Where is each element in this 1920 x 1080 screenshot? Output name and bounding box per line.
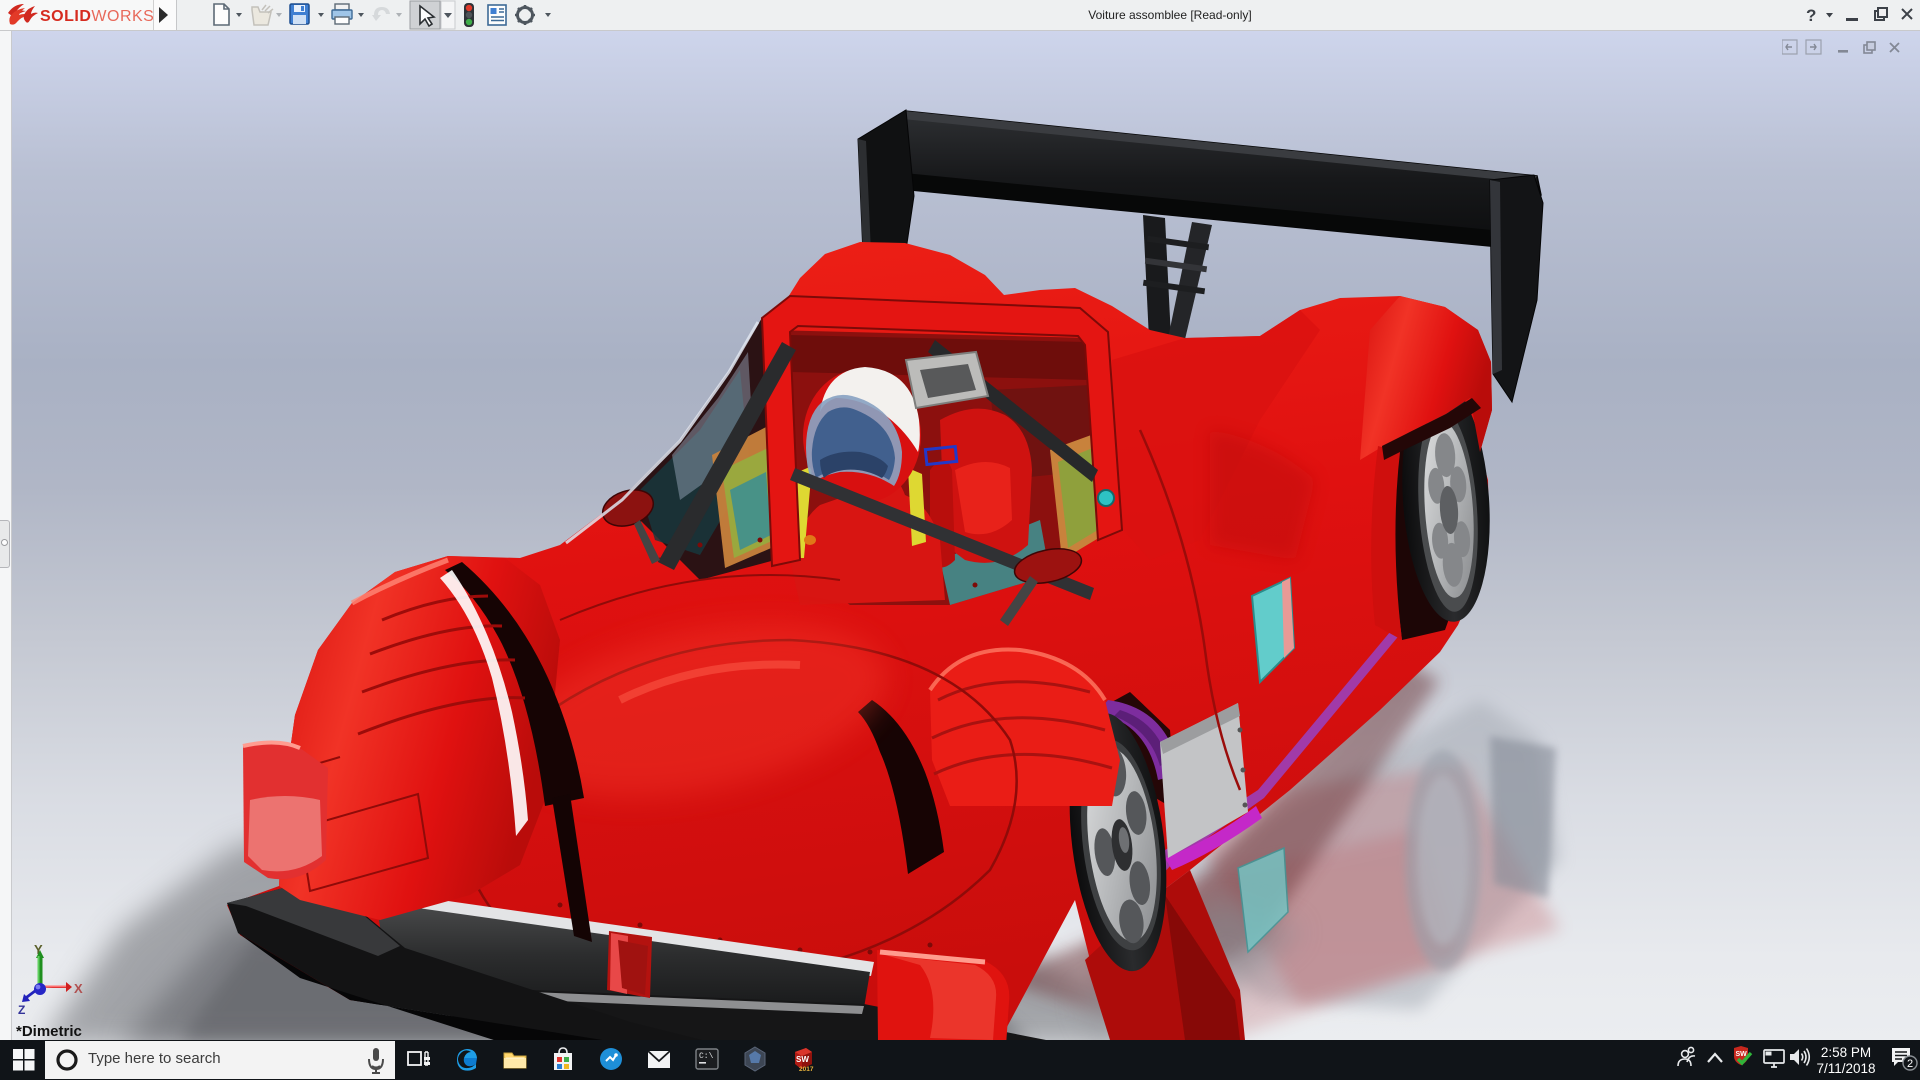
svg-text:SW: SW	[796, 1055, 809, 1064]
svg-text:X: X	[74, 981, 83, 996]
svg-text:2017: 2017	[799, 1066, 814, 1073]
svg-text:C:\: C:\	[699, 1052, 714, 1061]
svg-text:2: 2	[1907, 1058, 1913, 1070]
svg-text:?: ?	[1806, 6, 1816, 25]
svg-text:2:58 PM: 2:58 PM	[1821, 1045, 1871, 1060]
svg-text:Z: Z	[18, 1003, 25, 1017]
svg-text:SOLIDWORKS: SOLIDWORKS	[40, 8, 153, 25]
svg-text:7/11/2018: 7/11/2018	[1816, 1061, 1875, 1076]
